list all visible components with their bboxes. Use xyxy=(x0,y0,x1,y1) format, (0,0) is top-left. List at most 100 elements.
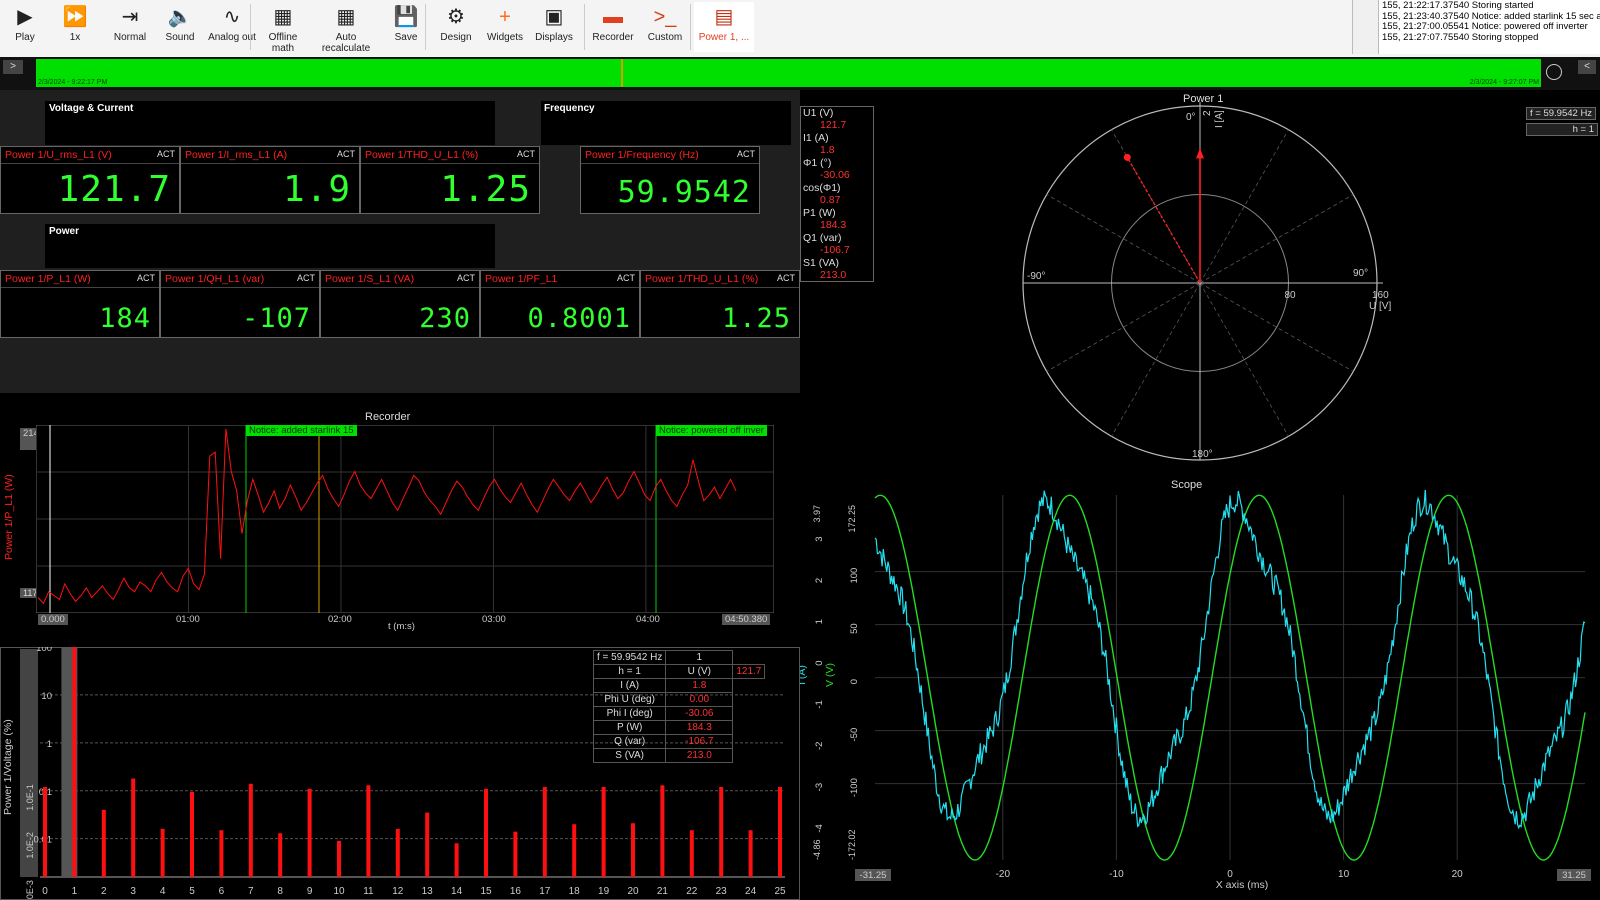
harmonic-bar xyxy=(248,783,253,877)
toolbar-button-label: Normal xyxy=(113,32,147,43)
toolbar-button-1x[interactable]: ⏩ 1x xyxy=(55,2,95,52)
toolbar-button-label: Power 1, ... xyxy=(698,32,750,43)
harmonics-xtick: 8 xyxy=(277,886,283,897)
toolbar-button-auto-recalculate[interactable]: ▦ Auto recalculate xyxy=(314,2,378,54)
power-header xyxy=(45,224,495,268)
meter-tile[interactable]: Power 1/I_rms_L1 (A) ACT 1.9 xyxy=(180,146,360,214)
toolbar-button-label: Widgets xyxy=(486,32,524,43)
harmonics-table-key: Phi I (deg) xyxy=(592,706,667,721)
harmonic-bar xyxy=(748,830,753,877)
meter-value: 1.25 xyxy=(440,169,531,210)
meter-mode-badge: ACT xyxy=(137,273,155,283)
scope-i-min: -4.86 xyxy=(812,839,822,860)
meter-tile[interactable]: Power 1/THD_U_L1 (%) ACT 1.25 xyxy=(360,146,540,214)
phasor-angle-top: 0° xyxy=(1186,112,1196,123)
harmonics-ytick-alt: 1.0E-3 xyxy=(25,880,35,900)
phasor-diagram[interactable]: 0° -90° 90° 180° 80 160U [V] I [A]2 xyxy=(1010,100,1400,470)
meter-tile[interactable]: Power 1/Frequency (Hz) ACT 59.9542 xyxy=(580,146,760,214)
phasor-info-value: -30.06 xyxy=(820,169,850,181)
toolbar-button-offline-math[interactable]: ▦ Offline math xyxy=(258,2,308,54)
meter-value: -107 xyxy=(241,303,311,334)
scope-v-max: 172.25 xyxy=(847,505,857,533)
harmonic-bar xyxy=(542,786,547,877)
harmonic-bar xyxy=(278,833,283,877)
harmonics-xtick: 15 xyxy=(480,886,492,897)
harmonics-table-row: Q (var) -106.7 xyxy=(592,734,765,749)
harmonics-xtick: 14 xyxy=(451,886,463,897)
recorder-xtick: 01:00 xyxy=(176,614,200,625)
clock-icon[interactable] xyxy=(1546,64,1562,80)
recorder-notice-1[interactable]: Notice: added starlink 15 xyxy=(246,425,357,436)
timeline-expand-button[interactable]: > xyxy=(3,60,23,74)
toolbar-button-widgets[interactable]: + Widgets xyxy=(483,2,527,52)
phasor-info-value: 184.3 xyxy=(820,219,847,231)
recorder-notice-2[interactable]: Notice: powered off inver xyxy=(656,425,767,436)
timeline-collapse-button[interactable]: < xyxy=(1578,60,1596,74)
toolbar-button-recorder[interactable]: ▬ Recorder xyxy=(588,2,638,52)
toolbar-button-normal[interactable]: ⇥ Normal xyxy=(106,2,154,52)
timeline-cursor[interactable] xyxy=(621,59,623,87)
scope-x-tick: -10 xyxy=(1109,869,1124,880)
phasor-radial-tick: 160 xyxy=(1372,290,1389,301)
phasor-info-value: -106.7 xyxy=(820,244,850,256)
phasor-info-key: cos(Φ1) xyxy=(803,182,841,194)
meter-label: Power 1/THD_U_L1 (%) xyxy=(365,149,479,161)
harmonics-col-header: 1 xyxy=(665,650,734,665)
recorder-xtick: 0.000 xyxy=(38,614,68,625)
toolbar-button-label: Analog out xyxy=(208,32,256,43)
toolbar-button-analog-out[interactable]: ∿ Analog out xyxy=(203,2,261,52)
harmonics-xtick: 9 xyxy=(307,886,313,897)
meter-tile[interactable]: Power 1/U_rms_L1 (V) ACT 121.7 xyxy=(0,146,180,214)
meter-tile[interactable]: Power 1/THD_U_L1 (%) ACT 1.25 xyxy=(640,270,800,338)
toolbar-button-sound[interactable]: 🔈 Sound xyxy=(157,2,203,52)
meter-label: Power 1/S_L1 (VA) xyxy=(325,273,415,285)
scope-i-tick: -3 xyxy=(814,783,825,791)
timeline[interactable]: > 2/3/2024 - 9:22:17 PM 2/3/2024 - 9:27:… xyxy=(0,57,1600,90)
toolbar-button-play[interactable]: ▶ Play xyxy=(5,2,45,52)
scope-i-tick: 1 xyxy=(814,619,825,624)
frequency-title: Frequency xyxy=(544,103,595,114)
harmonics-xtick: 10 xyxy=(333,886,345,897)
recorder-plot[interactable] xyxy=(36,425,774,613)
harmonics-xtick: 20 xyxy=(627,886,639,897)
voltage-phasor-arrowhead xyxy=(1196,148,1204,159)
scope-i-tick: 2 xyxy=(814,578,825,583)
scope-chart[interactable]: 100 50 0 -50 -100 172.25 -172.02 3 2 10 -1 -2 -3 -4 3.… xyxy=(800,490,1600,900)
harmonics-table-value: -106.7 xyxy=(665,734,734,749)
toolbar-button-custom[interactable]: >_ Custom xyxy=(640,2,690,52)
meter-label: Power 1/PF_L1 xyxy=(485,273,558,285)
harmonic-bar xyxy=(689,830,694,877)
gear-icon: ⚙ xyxy=(447,6,465,28)
toolbar-button-design[interactable]: ⚙ Design xyxy=(434,2,478,52)
phasor-info-value: 121.7 xyxy=(820,119,847,131)
recorder-xlabel: t (m:s) xyxy=(388,621,415,632)
toolbar-button-label: Recorder xyxy=(592,32,634,43)
meter-tile[interactable]: Power 1/S_L1 (VA) ACT 230 xyxy=(320,270,480,338)
fast-forward-icon: ⏩ xyxy=(62,6,88,28)
scope-v-min: -172.02 xyxy=(847,829,857,860)
scope-v-tick: -50 xyxy=(849,728,860,742)
meter-tile[interactable]: Power 1/PF_L1 ACT 0.8001 xyxy=(480,270,640,338)
toolbar-button-power-1[interactable]: ▤ Power 1, ... xyxy=(694,2,754,52)
calculator-icon: ▦ xyxy=(273,6,293,28)
log-entry: 155, 21:27:07.75540 Storing stopped xyxy=(1382,31,1539,43)
phasor-angle-bottom: 180° xyxy=(1192,449,1213,460)
phasor-angle-right: 90° xyxy=(1353,268,1368,279)
timeline-range-bar[interactable]: 2/3/2024 - 9:22:17 PM 2/3/2024 - 9:27:07… xyxy=(36,59,1541,87)
log-side-icons[interactable] xyxy=(1352,0,1378,54)
harmonics-ytick-alt: 1.0E-2 xyxy=(25,832,35,859)
meter-tile[interactable]: Power 1/P_L1 (W) ACT 184 xyxy=(0,270,160,338)
meter-value: 1.25 xyxy=(721,303,791,334)
meter-tile[interactable]: Power 1/QH_L1 (var) ACT -107 xyxy=(160,270,320,338)
meter-label: Power 1/U_rms_L1 (V) xyxy=(5,149,112,161)
toolbar-button-label: Custom xyxy=(647,32,683,43)
harmonics-xtick: 6 xyxy=(219,886,225,897)
recorder-xtick: 04:50.380 xyxy=(722,614,771,625)
harmonics-xtick: 17 xyxy=(539,886,551,897)
meter-label: Power 1/Frequency (Hz) xyxy=(585,149,699,161)
toolbar-button-displays[interactable]: ▣ Displays xyxy=(531,2,577,52)
log-entry: 155, 21:22:17.37540 Storing started xyxy=(1382,0,1534,11)
harmonics-xtick: 13 xyxy=(422,886,434,897)
toolbar-button-save[interactable]: 💾 Save xyxy=(386,2,426,52)
harmonics-ytick: 0.01 xyxy=(34,835,53,846)
